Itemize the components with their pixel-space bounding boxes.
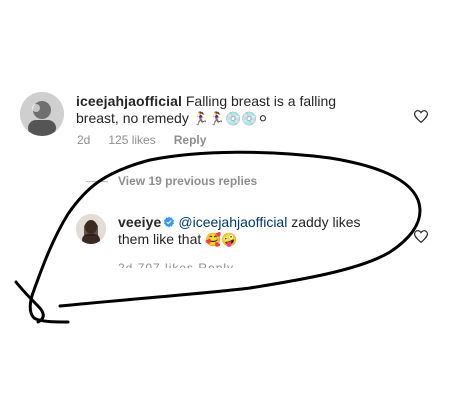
- hand-drawn-circle-annotation: [14, 150, 422, 324]
